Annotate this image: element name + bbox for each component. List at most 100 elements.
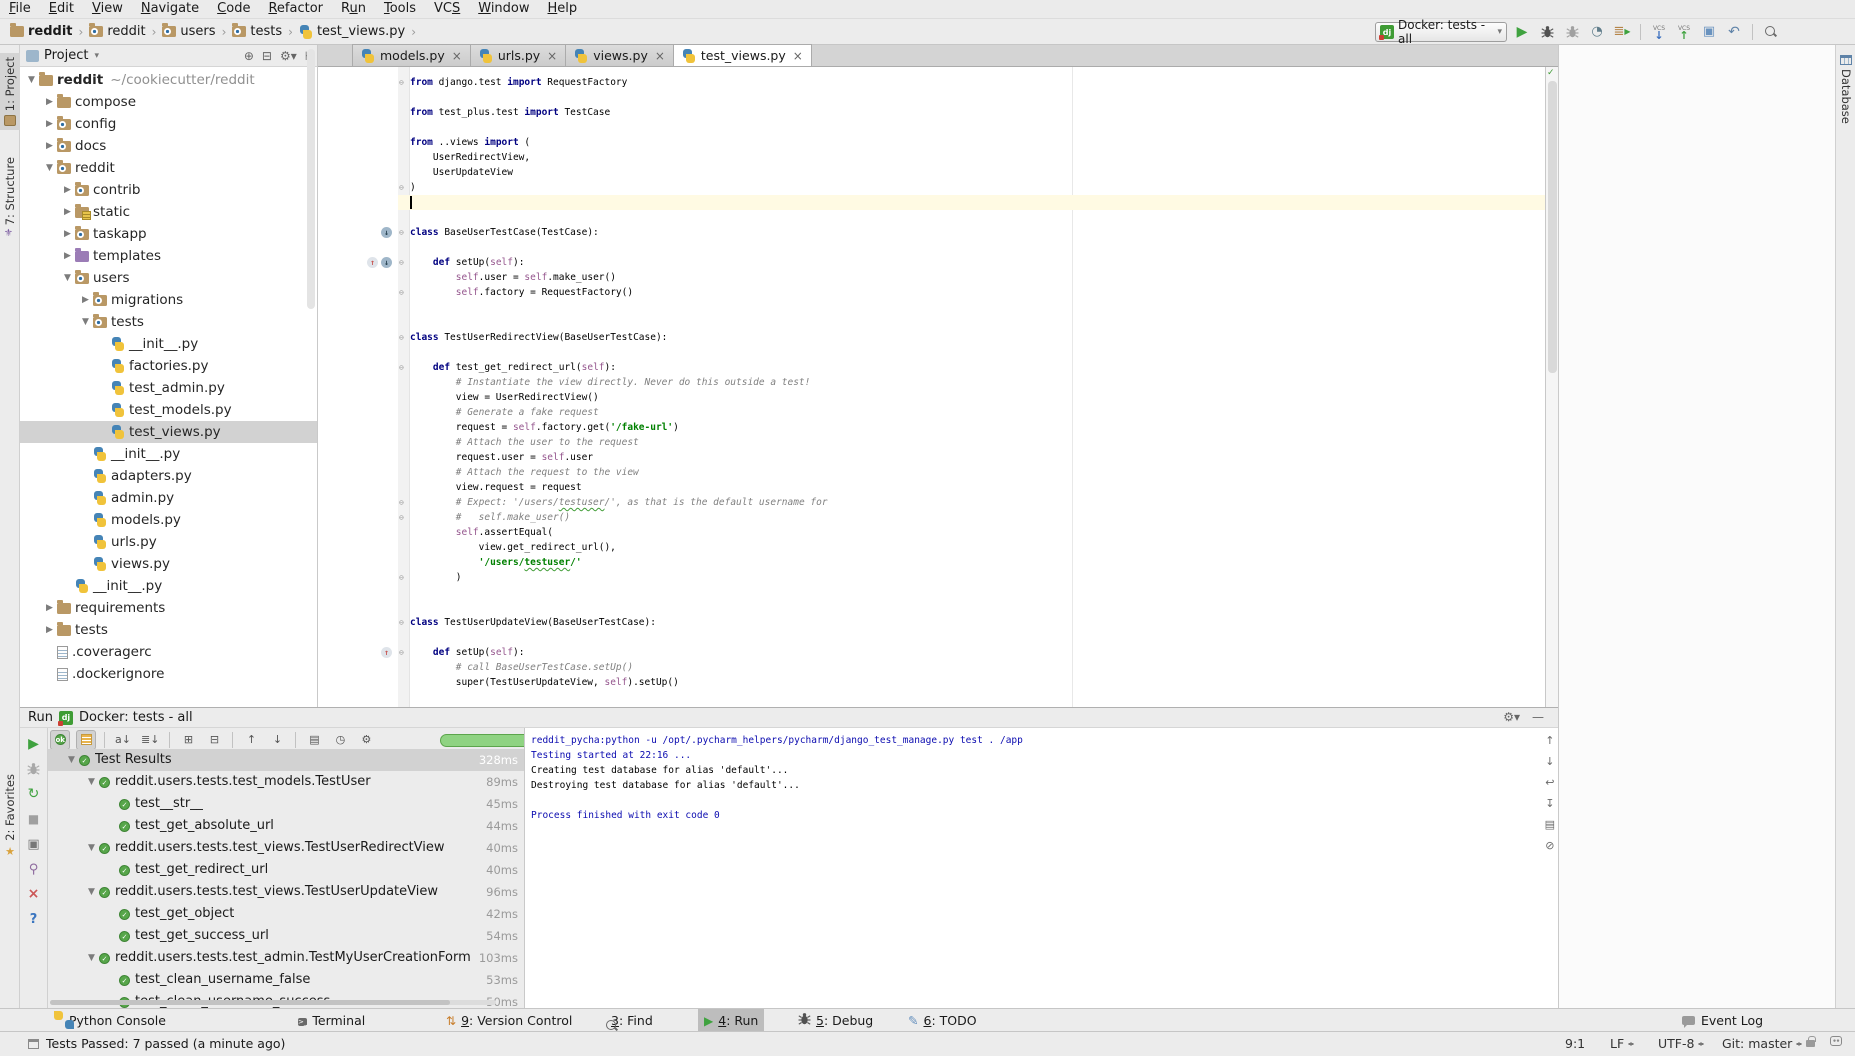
tree-item-tests[interactable]: ▶tests <box>20 619 317 641</box>
toolwindow-button-terminal[interactable]: >_Terminal <box>292 1009 371 1031</box>
test-node-test_get_redirect_url[interactable]: ✓test_get_redirect_url40ms <box>48 859 524 881</box>
help-icon[interactable]: ? <box>26 911 42 927</box>
tool-tab-database[interactable]: Database <box>1836 55 1855 124</box>
chevron-closed-icon[interactable]: ▶ <box>42 619 57 641</box>
chevron-closed-icon[interactable]: ▶ <box>60 201 75 223</box>
line-separator[interactable]: LF <box>1610 1036 1634 1051</box>
menu-run[interactable]: Run <box>332 0 375 18</box>
toolwindow-button-5--debug[interactable]: 5: Debug <box>792 1009 879 1031</box>
stop-icon[interactable]: ■ <box>26 811 42 827</box>
pin-icon[interactable]: ⚲ <box>26 861 42 877</box>
breadcrumb-item-tests[interactable]: tests <box>230 24 284 39</box>
test-node-test_get_absolute_url[interactable]: ✓test_get_absolute_url44ms <box>48 815 524 837</box>
scrollbar-thumb[interactable] <box>1548 81 1557 373</box>
tree-horizontal-scrollbar[interactable] <box>50 1000 496 1005</box>
print-icon[interactable]: ▤ <box>1545 818 1555 831</box>
tree-item-requirements[interactable]: ▶requirements <box>20 597 317 619</box>
code-area[interactable]: ⊖from django.test import RequestFactoryf… <box>318 67 1558 707</box>
test-console[interactable]: reddit_pycha:python -u /opt/.pycharm_hel… <box>524 728 1558 1009</box>
settings-button[interactable]: ⚙ <box>356 730 376 750</box>
tree-item-test_views.py[interactable]: test_views.py <box>20 421 317 443</box>
fold-marker-icon[interactable]: ⊖ <box>399 333 409 343</box>
reader-mode-icon[interactable] <box>1830 1036 1842 1046</box>
editor-scrollbar[interactable]: ✓ <box>1545 67 1558 707</box>
fold-marker-icon[interactable]: ⊖ <box>399 228 409 238</box>
chevron-closed-icon[interactable]: ▶ <box>42 135 57 157</box>
chevron-open-icon[interactable]: ▼ <box>24 69 39 91</box>
tree-item-.dockerignore[interactable]: .dockerignore <box>20 663 317 685</box>
editor-tab-urls.py[interactable]: urls.py× <box>471 44 566 66</box>
tree-item-migrations[interactable]: ▶migrations <box>20 289 317 311</box>
chevron-down-icon[interactable]: ▾ <box>94 51 99 61</box>
event-log-button[interactable]: Event Log <box>1682 1009 1763 1031</box>
menu-window[interactable]: Window <box>469 0 538 18</box>
test-node-test_clean_username_false[interactable]: ✓test_clean_username_false53ms <box>48 969 524 991</box>
project-scrollbar[interactable] <box>307 49 315 309</box>
sort-alpha-button[interactable]: a↓ <box>113 730 133 750</box>
chevron-open-icon[interactable]: ▼ <box>84 771 99 793</box>
editor[interactable]: models.py×urls.py×views.py×test_views.py… <box>318 45 1558 707</box>
fold-marker-icon[interactable]: ⊖ <box>399 618 409 628</box>
previous-failed-button[interactable]: ↑ <box>241 730 261 750</box>
show-ignored-button[interactable] <box>76 730 96 750</box>
tree-item-__init__.py[interactable]: __init__.py <box>20 575 317 597</box>
tree-item-adapters.py[interactable]: adapters.py <box>20 465 317 487</box>
tree-item-test_models.py[interactable]: test_models.py <box>20 399 317 421</box>
tree-item-taskapp[interactable]: ▶taskapp <box>20 223 317 245</box>
tool-tab-structure[interactable]: 7: Structure ⚜ <box>0 153 20 244</box>
test-down-gutter-icon[interactable]: ↓ <box>381 257 392 268</box>
fold-marker-icon[interactable]: ⊖ <box>399 78 409 88</box>
file-encoding[interactable]: UTF-8 <box>1658 1036 1704 1051</box>
tree-item-static[interactable]: ▶static <box>20 201 317 223</box>
chevron-closed-icon[interactable]: ▶ <box>60 179 75 201</box>
test-node-reddit.users.tests.test_views.TestUserUpdateView[interactable]: ▼✓reddit.users.tests.test_views.TestUser… <box>48 881 524 903</box>
test-node-test__str__[interactable]: ✓test__str__45ms <box>48 793 524 815</box>
rerun-failed-icon[interactable]: ↻ <box>26 786 42 802</box>
close-tab-icon[interactable]: × <box>547 49 557 63</box>
tree-item-config[interactable]: ▶config <box>20 113 317 135</box>
toggle-toolwindows-icon[interactable] <box>28 1039 39 1049</box>
fold-marker-icon[interactable]: ⊖ <box>399 648 409 658</box>
fold-marker-icon[interactable]: ⊖ <box>399 498 409 508</box>
close-icon[interactable]: × <box>26 886 42 902</box>
tree-item-tests[interactable]: ▼tests <box>20 311 317 333</box>
soft-wrap-icon[interactable]: ↩ <box>1545 776 1554 789</box>
clear-all-icon[interactable]: ⊘ <box>1545 839 1554 852</box>
chevron-open-icon[interactable]: ▼ <box>84 947 99 969</box>
fold-marker-icon[interactable]: ⊖ <box>399 573 409 583</box>
gutter-run-marks[interactable]: ↑↓ <box>340 257 392 268</box>
menu-tools[interactable]: Tools <box>375 0 425 18</box>
tool-tab-favorites[interactable]: 2: Favorites ★ <box>0 770 20 862</box>
tree-item-factories.py[interactable]: factories.py <box>20 355 317 377</box>
tree-item-reddit[interactable]: ▼reddit~/cookiecutter/reddit <box>20 69 317 91</box>
tree-item-models.py[interactable]: models.py <box>20 509 317 531</box>
run-icon[interactable]: ▶ <box>1513 23 1531 41</box>
test-node-test_get_success_url[interactable]: ✓test_get_success_url54ms <box>48 925 524 947</box>
menu-view[interactable]: View <box>83 0 132 18</box>
chevron-open-icon[interactable]: ▼ <box>42 157 57 179</box>
menu-file[interactable]: File <box>0 0 40 18</box>
tree-item-users[interactable]: ▼users <box>20 267 317 289</box>
rerun-icon[interactable]: ▶ <box>26 736 42 752</box>
tree-item-__init__.py[interactable]: __init__.py <box>20 443 317 465</box>
chevron-open-icon[interactable]: ▼ <box>84 881 99 903</box>
chevron-closed-icon[interactable]: ▶ <box>60 223 75 245</box>
tree-item-compose[interactable]: ▶compose <box>20 91 317 113</box>
tree-item-templates[interactable]: ▶templates <box>20 245 317 267</box>
breadcrumb-item-reddit[interactable]: reddit <box>8 24 75 39</box>
tree-item-admin.py[interactable]: admin.py <box>20 487 317 509</box>
rollback-icon[interactable]: ↶ <box>1725 23 1743 41</box>
chevron-open-icon[interactable]: ▼ <box>60 267 75 289</box>
fold-marker-icon[interactable]: ⊖ <box>399 258 409 268</box>
editor-tab-models.py[interactable]: models.py× <box>352 44 471 66</box>
test-history-button[interactable]: ◷ <box>330 730 350 750</box>
menu-vcs[interactable]: VCS <box>425 0 469 18</box>
breadcrumb-item-users[interactable]: users <box>160 24 217 39</box>
toolwindow-button-4--run[interactable]: ▶4: Run <box>698 1009 764 1031</box>
tree-item-__init__.py[interactable]: __init__.py <box>20 333 317 355</box>
fold-marker-icon[interactable]: ⊖ <box>399 288 409 298</box>
git-branch[interactable]: Git: master <box>1722 1036 1802 1051</box>
scroll-up-icon[interactable]: ↑ <box>1545 734 1554 747</box>
recent-changes-icon[interactable]: ▣ <box>1700 23 1718 41</box>
fold-marker-icon[interactable]: ⊖ <box>399 363 409 373</box>
